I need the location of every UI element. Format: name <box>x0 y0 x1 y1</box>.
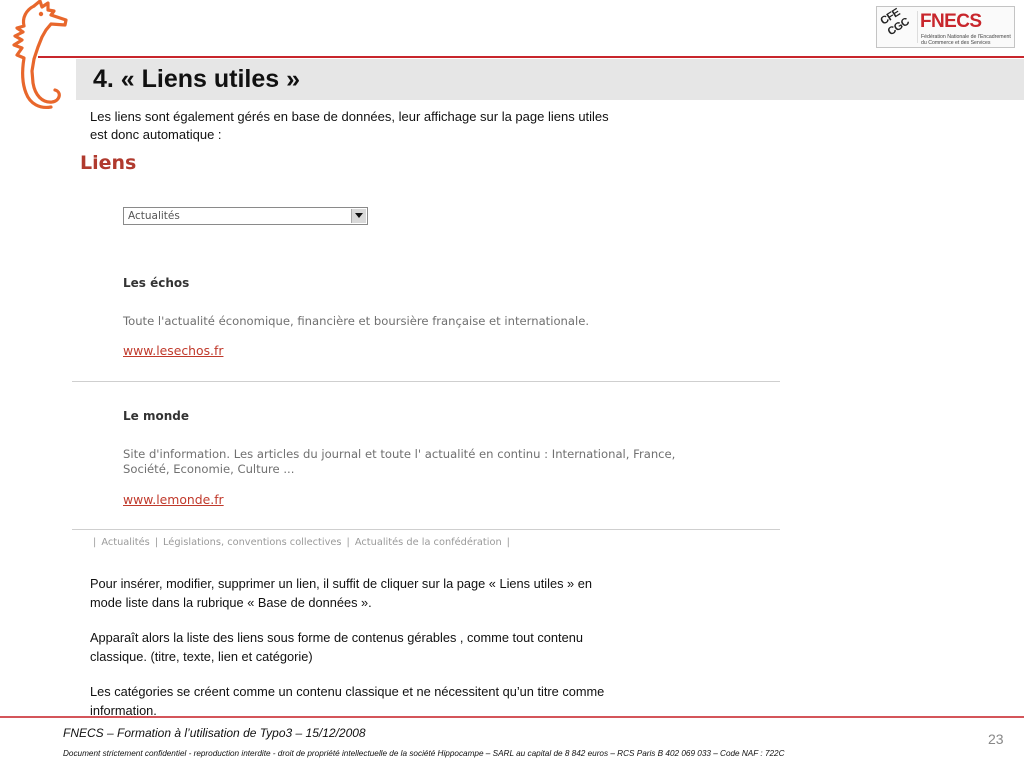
link-title: Les échos <box>123 276 190 290</box>
link-description: Société, Economie, Culture ... <box>123 462 295 476</box>
category-select[interactable]: Actualités <box>123 207 368 225</box>
title-bar: 4. « Liens utiles » <box>76 59 1024 100</box>
paragraph-line: Pour insérer, modifier, supprimer un lie… <box>90 576 592 591</box>
nav-separator: | <box>346 537 350 548</box>
nav-separator: | <box>154 537 159 548</box>
paragraph-line: mode liste dans la rubrique « Base de do… <box>90 595 372 610</box>
footer-rule <box>0 716 1024 718</box>
paragraph: Apparaît alors la liste des liens sous f… <box>90 628 583 666</box>
nav-item-actualites[interactable]: Actualités <box>101 537 149 548</box>
intro-text: Les liens sont également gérés en base d… <box>90 108 609 144</box>
paragraph: Pour insérer, modifier, supprimer un lie… <box>90 574 592 612</box>
links-page-heading: Liens <box>80 152 137 174</box>
nav-separator: | <box>93 537 97 548</box>
paragraph-line: Les catégories se créent comme un conten… <box>90 684 605 699</box>
paragraph-line: Apparaît alors la liste des liens sous f… <box>90 630 583 645</box>
nav-separator: | <box>506 537 510 548</box>
cfe-cgc-fnecs-logo: CFE CGC FNECS Fédération Nationale de l'… <box>876 6 1015 48</box>
intro-line: Les liens sont également gérés en base d… <box>90 109 609 124</box>
paragraph-line: classique. (titre, texte, lien et catégo… <box>90 649 313 664</box>
link-url[interactable]: www.lesechos.fr <box>123 343 223 358</box>
link-url[interactable]: www.lemonde.fr <box>123 492 224 507</box>
link-description: Site d'information. Les articles du jour… <box>123 447 676 461</box>
link-description: Toute l'actualité économique, financière… <box>123 314 590 328</box>
paragraph: Les catégories se créent comme un conten… <box>90 682 604 720</box>
logo-divider <box>917 11 918 43</box>
fnecs-tagline-line: du Commerce et des Services <box>921 40 991 46</box>
fnecs-logo-text: FNECS <box>920 11 982 32</box>
link-title: Le monde <box>123 409 189 423</box>
category-select-value: Actualités <box>128 210 180 222</box>
header-rule <box>38 56 1024 58</box>
nav-item-legislations[interactable]: Législations, conventions collectives <box>163 537 342 548</box>
category-nav: | Actualités | Législations, conventions co… <box>93 537 515 549</box>
chevron-down-icon[interactable] <box>351 209 366 223</box>
intro-line: est donc automatique : <box>90 127 222 142</box>
divider <box>72 529 780 530</box>
page-number: 23 <box>988 731 1004 747</box>
footer-title: FNECS – Formation à l’utilisation de Typ… <box>63 726 366 740</box>
website-screenshot: Liens Actualités Les échos Toute l'actua… <box>72 148 780 556</box>
divider <box>72 381 780 382</box>
footer-legal-notice: Document strictement confidentiel - repr… <box>63 749 785 758</box>
nav-item-actualites-confederation[interactable]: Actualités de la confédération <box>355 537 502 548</box>
slide-title: 4. « Liens utiles » <box>93 65 301 93</box>
